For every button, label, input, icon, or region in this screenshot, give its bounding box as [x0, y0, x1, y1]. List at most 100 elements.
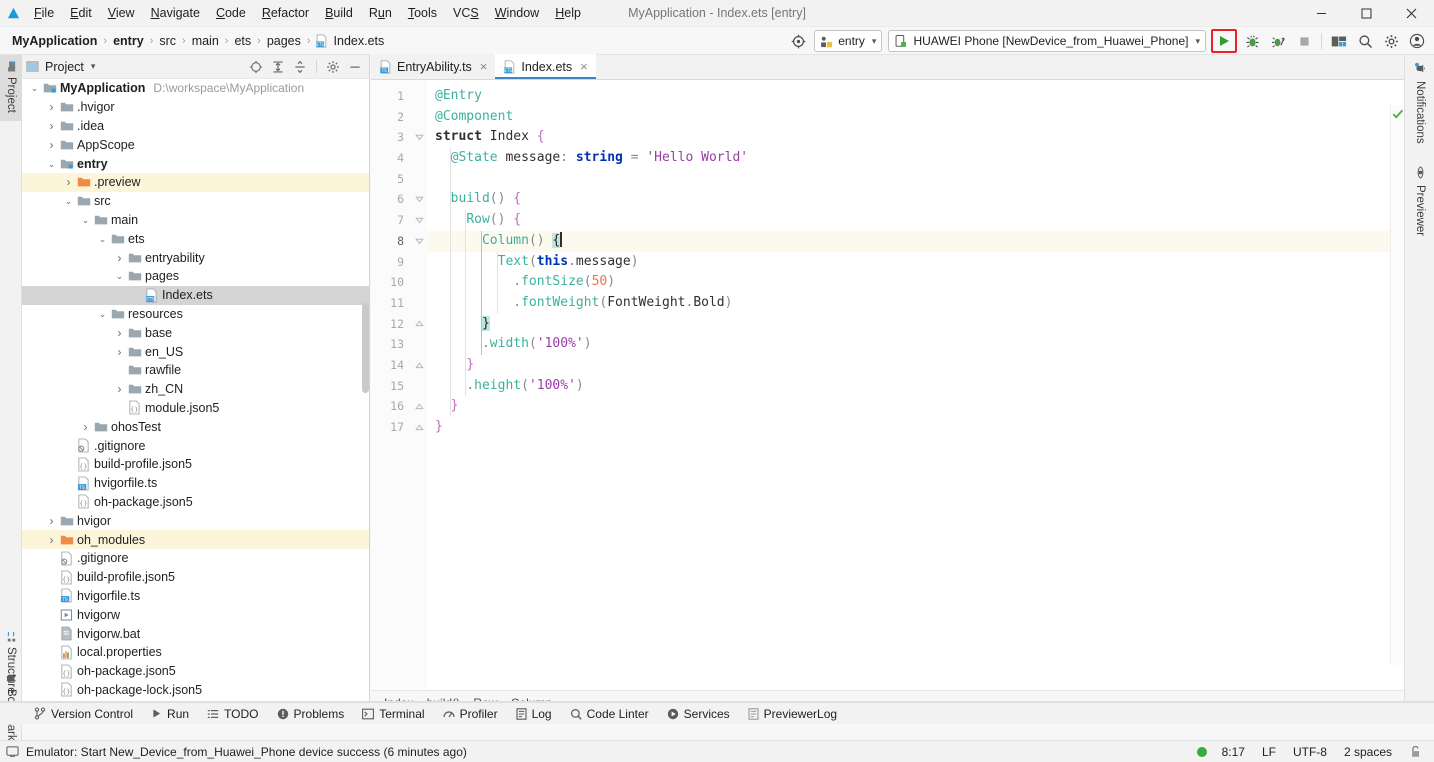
profile-button[interactable]	[1266, 29, 1290, 53]
fold-expand-icon[interactable]	[411, 417, 427, 438]
code-line[interactable]: }	[427, 355, 1404, 376]
menu-refactor[interactable]: Refactor	[254, 0, 317, 27]
tool-button-services[interactable]: Services	[659, 704, 738, 724]
tree-node-src[interactable]: ⌄src	[22, 192, 369, 211]
editor-tab-entryability[interactable]: TS EntryAbility.ts ×	[371, 54, 495, 79]
code-line[interactable]: @Component	[427, 107, 1404, 128]
tree-node--gitignore[interactable]: .gitignore	[22, 549, 369, 568]
tree-node-en-us[interactable]: ›en_US	[22, 342, 369, 361]
fold-collapse-icon[interactable]	[411, 231, 427, 252]
chevron-right-icon[interactable]: ›	[45, 138, 58, 152]
tree-node-hvigor[interactable]: ›hvigor	[22, 511, 369, 530]
chevron-right-icon[interactable]: ›	[45, 119, 58, 133]
search-icon[interactable]	[1353, 29, 1377, 53]
menu-code[interactable]: Code	[208, 0, 254, 27]
tree-node-resources[interactable]: ⌄resources	[22, 305, 369, 324]
tree-node-appscope[interactable]: ›AppScope	[22, 135, 369, 154]
tree-node-myapplication[interactable]: ⌄MyApplicationD:\workspace\MyApplication	[22, 79, 369, 98]
tree-node--idea[interactable]: ›.idea	[22, 117, 369, 136]
unlocked-lock-icon[interactable]	[1407, 745, 1424, 759]
panel-settings-gear-icon[interactable]	[323, 57, 343, 77]
tree-node-entry[interactable]: ⌄entry	[22, 154, 369, 173]
tree-node-hvigorw-bat[interactable]: hvigorw.bat	[22, 624, 369, 643]
tool-button-terminal[interactable]: Terminal	[354, 704, 432, 724]
run-button[interactable]	[1213, 31, 1235, 51]
expand-all-icon[interactable]	[268, 57, 288, 77]
close-icon[interactable]: ×	[480, 59, 488, 74]
tree-node-module-json5[interactable]: {}module.json5	[22, 399, 369, 418]
collapse-all-icon[interactable]	[290, 57, 310, 77]
tool-button-problems[interactable]: Problems	[269, 704, 353, 724]
status-message[interactable]: Emulator: Start New_Device_from_Huawei_P…	[6, 745, 467, 759]
tree-node-oh-modules[interactable]: ›oh_modules	[22, 530, 369, 549]
code-line[interactable]: .height('100%')	[427, 376, 1404, 397]
breadcrumb-item-ets[interactable]: ets	[232, 34, 253, 48]
tree-node-local-properties[interactable]: local.properties	[22, 643, 369, 662]
tree-node-base[interactable]: ›base	[22, 323, 369, 342]
code-line[interactable]: Row() {	[427, 210, 1404, 231]
tree-node--gitignore[interactable]: .gitignore	[22, 436, 369, 455]
breadcrumb-item-pages[interactable]: pages	[265, 34, 303, 48]
menu-tools[interactable]: Tools	[400, 0, 445, 27]
tool-button-profiler[interactable]: Profiler	[435, 704, 506, 724]
code-line[interactable]: Text(this.message)	[427, 252, 1404, 273]
chevron-right-icon[interactable]: ›	[45, 514, 58, 528]
gear-icon[interactable]	[1379, 29, 1403, 53]
tree-node-oh-package-json5[interactable]: {}oh-package.json5	[22, 662, 369, 681]
menu-view[interactable]: View	[100, 0, 143, 27]
inspection-gutter[interactable]	[1390, 105, 1404, 665]
fold-collapse-icon[interactable]	[411, 189, 427, 210]
tree-node--hvigor[interactable]: ›.hvigor	[22, 98, 369, 117]
tree-node-main[interactable]: ⌄main	[22, 211, 369, 230]
chevron-down-icon[interactable]: ⌄	[113, 273, 126, 279]
chevron-right-icon[interactable]: ›	[113, 382, 126, 396]
code-line[interactable]: build() {	[427, 189, 1404, 210]
tool-button-todo[interactable]: TODO	[199, 704, 266, 724]
fold-expand-icon[interactable]	[411, 355, 427, 376]
close-icon[interactable]: ×	[580, 59, 588, 74]
chevron-right-icon[interactable]: ›	[79, 420, 92, 434]
code-editor[interactable]: 1234567891011121314151617 @Entry@Compone…	[371, 80, 1404, 690]
tree-node-build-profile-json5[interactable]: {}build-profile.json5	[22, 455, 369, 474]
tree-node-oh-package-lock-json5[interactable]: {}oh-package-lock.json5	[22, 681, 369, 700]
menu-window[interactable]: Window	[487, 0, 547, 27]
code-line[interactable]: .width('100%')	[427, 334, 1404, 355]
tree-node-hvigorw[interactable]: hvigorw	[22, 605, 369, 624]
cursor-position[interactable]: 8:17	[1220, 745, 1247, 759]
run-configuration-selector[interactable]: entry ▾	[814, 30, 882, 52]
chevron-down-icon[interactable]: ⌄	[45, 161, 58, 167]
indent-setting[interactable]: 2 spaces	[1342, 745, 1394, 759]
debug-button[interactable]	[1240, 29, 1264, 53]
chevron-right-icon[interactable]: ›	[113, 326, 126, 340]
menu-edit[interactable]: Edit	[62, 0, 100, 27]
tree-node-zh-cn[interactable]: ›zh_CN	[22, 380, 369, 399]
tree-node-hvigorfile-ts[interactable]: TShvigorfile.ts	[22, 587, 369, 606]
code-line[interactable]: }	[427, 314, 1404, 335]
code-line[interactable]	[427, 169, 1404, 190]
code-line[interactable]: }	[427, 417, 1404, 438]
chevron-right-icon[interactable]: ›	[62, 175, 75, 189]
tool-button-log[interactable]: Log	[508, 704, 560, 724]
tool-button-code-linter[interactable]: Code Linter	[562, 704, 657, 724]
code-line[interactable]: .fontSize(50)	[427, 272, 1404, 293]
breadcrumb-item-entry[interactable]: entry	[111, 34, 146, 48]
chevron-down-icon[interactable]: ⌄	[96, 311, 109, 317]
chevron-down-icon[interactable]: ▾	[91, 61, 96, 72]
fold-expand-icon[interactable]	[411, 396, 427, 417]
fold-collapse-icon[interactable]	[411, 210, 427, 231]
tree-node-build-profile-json5[interactable]: {}build-profile.json5	[22, 568, 369, 587]
tree-node-index-ets[interactable]: ETSIndex.ets	[22, 286, 369, 305]
menu-help[interactable]: Help	[547, 0, 589, 27]
tree-node-ohostest[interactable]: ›ohosTest	[22, 417, 369, 436]
sidebar-item-notifications[interactable]: Notifications	[1405, 55, 1434, 159]
project-tree-scrollbar[interactable]	[362, 303, 369, 393]
menu-navigate[interactable]: Navigate	[143, 0, 208, 27]
fold-collapse-icon[interactable]	[411, 127, 427, 148]
code-line[interactable]: @State message: string = 'Hello World'	[427, 148, 1404, 169]
tree-node-oh-package-json5[interactable]: {}oh-package.json5	[22, 493, 369, 512]
tool-button-run[interactable]: Run	[143, 704, 197, 724]
chevron-down-icon[interactable]: ⌄	[28, 85, 41, 91]
code-line[interactable]: }	[427, 396, 1404, 417]
select-opened-file-icon[interactable]	[246, 57, 266, 77]
breadcrumb-item-project[interactable]: MyApplication	[10, 34, 99, 48]
